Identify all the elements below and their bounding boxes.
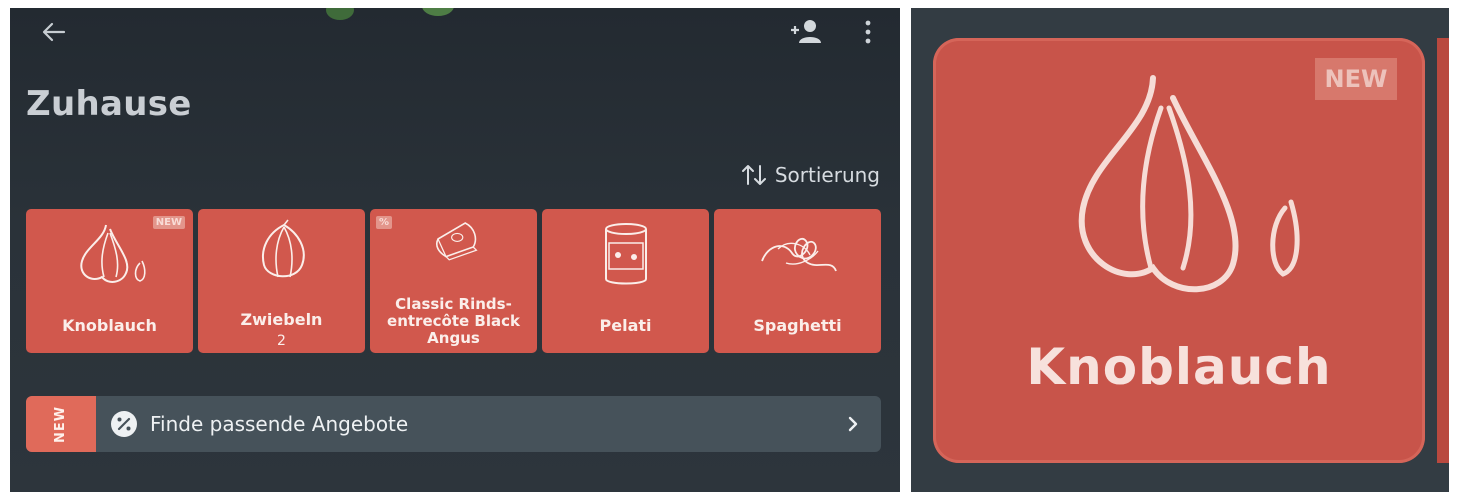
new-tag: NEW — [26, 396, 96, 452]
tile-knoblauch[interactable]: NEW Knoblauch — [26, 209, 193, 353]
meat-icon — [435, 222, 478, 261]
percent-icon — [111, 411, 137, 437]
zoomed-tile-name: Knoblauch — [1026, 338, 1332, 396]
garlic-icon-large — [1078, 75, 1300, 293]
tile-name: Spaghetti — [753, 316, 842, 335]
new-tag-label: NEW — [53, 405, 69, 443]
next-tile-edge — [1437, 38, 1449, 463]
tile-name: Pelati — [599, 316, 652, 335]
tile-pelati[interactable]: Pelati — [542, 209, 709, 353]
tile-quantity: 2 — [277, 333, 286, 349]
tile-name: Knoblauch — [62, 316, 157, 335]
sort-arrows-icon — [741, 165, 766, 185]
more-vertical-icon[interactable] — [860, 16, 876, 48]
onion-icon — [261, 219, 305, 278]
add-person-icon[interactable] — [788, 16, 824, 48]
back-arrow-icon[interactable] — [38, 16, 70, 48]
zoomed-tile-knoblauch: NEW Knoblauch — [933, 38, 1425, 463]
sort-label: Sortierung — [774, 163, 880, 187]
spaghetti-icon — [760, 238, 837, 272]
tile-name: Zwiebeln — [240, 310, 323, 329]
offers-text: Finde passende Angebote — [150, 412, 409, 436]
tile-zwiebeln[interactable]: Zwiebeln 2 — [198, 209, 365, 353]
garlic-icon — [79, 224, 146, 283]
tile-spaghetti[interactable]: Spaghetti — [714, 209, 881, 353]
tile-name: Classic Rinds-entrecôte Black Angus — [387, 295, 520, 347]
tin-can-icon — [604, 223, 647, 285]
chevron-right-icon — [848, 416, 858, 432]
sort-button[interactable]: Sortierung — [741, 160, 880, 190]
tile-classic-rindsentrecote[interactable]: % Classic Rinds-entrecôte Black Angus — [370, 209, 537, 353]
app-screen: Zuhause Sortierung NEW Knoblauch Zwiebel… — [10, 8, 900, 492]
offers-banner[interactable]: NEW Finde passende Angebote — [26, 396, 881, 452]
new-badge: NEW — [152, 216, 185, 229]
shopping-list-tiles: NEW Knoblauch Zwiebeln 2 % Classic Rinds… — [26, 209, 881, 353]
zoomed-tile-panel: NEW Knoblauch — [911, 8, 1449, 492]
page-title: Zuhause — [26, 84, 192, 124]
herb-leaf-decoration — [326, 8, 454, 20]
discount-badge: % — [376, 216, 393, 229]
